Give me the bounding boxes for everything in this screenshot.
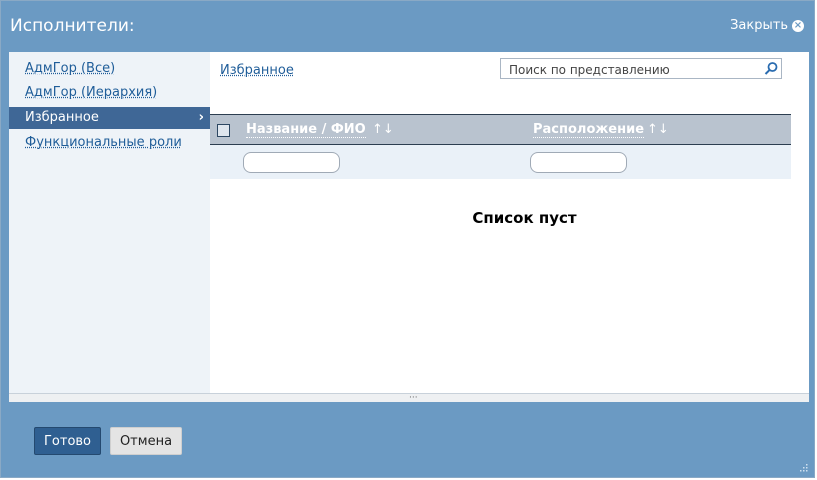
sidebar-item-admgor-all[interactable]: АдмГор (Все) [9, 58, 210, 80]
dialog-footer: Готово Отмена [1, 402, 814, 478]
column-header-location[interactable]: Расположение [533, 123, 645, 138]
search-box [500, 58, 782, 79]
chevron-right-icon: › [198, 110, 204, 125]
resize-splitter[interactable]: ··· [9, 393, 809, 403]
location-filter-input[interactable] [530, 152, 627, 173]
dialog-content: АдмГор (Все) АдмГор (Иерархия) Избранное… [9, 52, 809, 403]
performers-dialog: Исполнители: Закрыть × АдмГор (Все) АдмГ… [0, 0, 815, 478]
dialog-titlebar: Исполнители: Закрыть × [1, 1, 814, 51]
main-panel: Избранное Название / ФИО ↑↓ Расположение… [210, 52, 809, 393]
cancel-button[interactable]: Отмена [110, 427, 182, 455]
filter-row [210, 145, 791, 179]
breadcrumb[interactable]: Избранное [220, 63, 294, 78]
close-button[interactable]: Закрыть × [730, 18, 804, 33]
sidebar-item-label: Избранное [25, 110, 99, 125]
close-label: Закрыть [730, 18, 788, 33]
dialog-title: Исполнители: [10, 16, 135, 36]
close-icon: × [792, 19, 804, 32]
column-header-name[interactable]: Название / ФИО [246, 123, 366, 138]
search-input[interactable] [507, 60, 761, 79]
sidebar: АдмГор (Все) АдмГор (Иерархия) Избранное… [9, 52, 210, 393]
resize-handle-icon[interactable] [799, 463, 808, 472]
sidebar-item-favorites[interactable]: Избранное › [9, 107, 210, 129]
name-filter-input[interactable] [243, 152, 340, 173]
search-icon[interactable] [763, 61, 779, 76]
table-header: Название / ФИО ↑↓ Расположение ↑↓ [210, 114, 791, 145]
sort-icon[interactable]: ↑↓ [372, 122, 394, 137]
empty-list-message: Список пуст [472, 209, 577, 227]
select-all-checkbox[interactable] [217, 124, 230, 137]
done-button[interactable]: Готово [34, 427, 101, 455]
sort-icon[interactable]: ↑↓ [647, 122, 669, 137]
grip-icon: ··· [409, 393, 418, 403]
sidebar-item-functional-roles[interactable]: Функциональные роли [9, 132, 210, 154]
sidebar-item-admgor-hierarchy[interactable]: АдмГор (Иерархия) [9, 82, 210, 104]
